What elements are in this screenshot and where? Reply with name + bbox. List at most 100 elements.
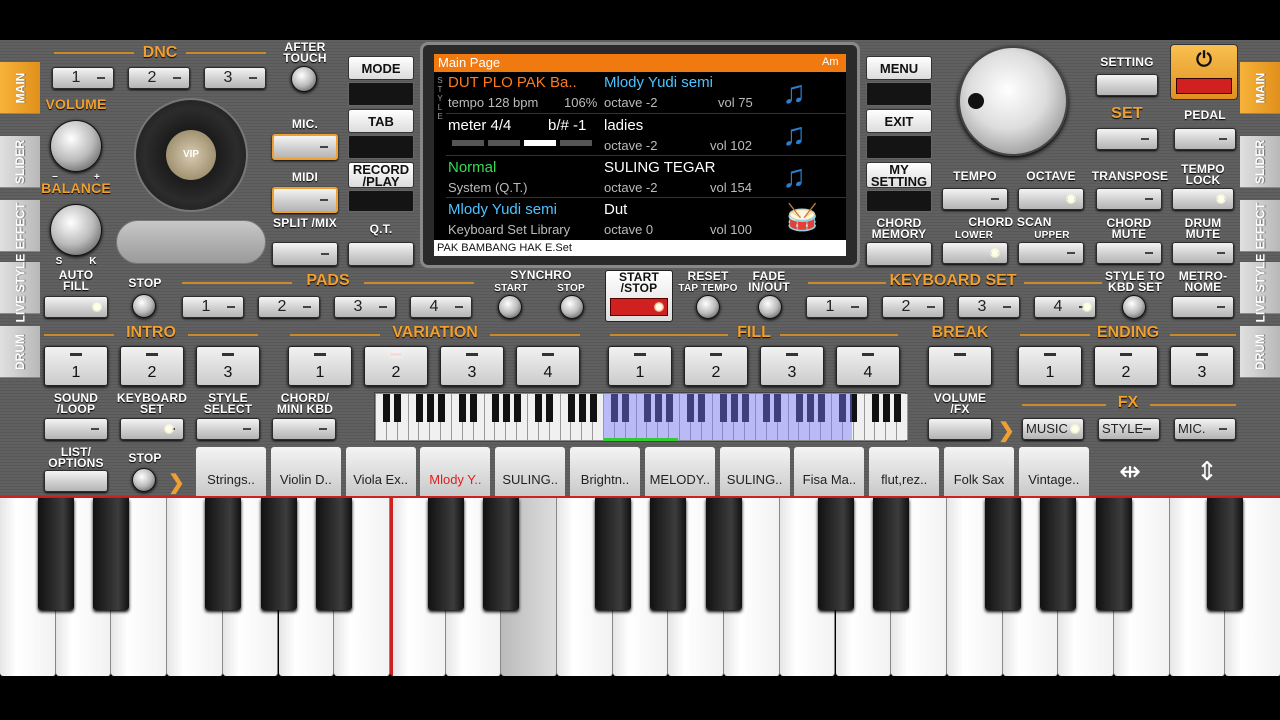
- pitch-bend-pad[interactable]: [116, 220, 266, 264]
- black-key[interactable]: [37, 498, 74, 610]
- fill-button-3[interactable]: 3: [760, 346, 824, 386]
- tab-effect-left[interactable]: EFFECT: [0, 200, 40, 252]
- after-touch-knob[interactable]: [291, 66, 317, 92]
- keyboard-set-select-button[interactable]: [120, 418, 184, 440]
- tone-button[interactable]: Violin D..: [270, 447, 341, 497]
- mini-black-key[interactable]: [426, 394, 434, 422]
- pad-button-2[interactable]: 2: [258, 296, 320, 318]
- mini-black-key[interactable]: [470, 394, 478, 422]
- mode-button[interactable]: [348, 82, 414, 106]
- setting-button[interactable]: [1096, 74, 1158, 96]
- chord-memory-button[interactable]: [866, 242, 932, 266]
- tab-drum-right[interactable]: DRUM: [1240, 326, 1280, 378]
- keyboard-resize-icon[interactable]: ⇕: [1178, 450, 1236, 492]
- tab-drum-left[interactable]: DRUM: [0, 326, 40, 378]
- volume-knob[interactable]: [50, 120, 102, 172]
- black-key[interactable]: [204, 498, 241, 610]
- black-key[interactable]: [594, 498, 631, 610]
- intro-button-2[interactable]: 2: [120, 346, 184, 386]
- black-key[interactable]: [873, 498, 910, 610]
- tone-button[interactable]: Mlody Y..: [420, 447, 491, 497]
- black-key[interactable]: [316, 498, 353, 610]
- mini-black-key[interactable]: [502, 394, 510, 422]
- tab-effect-right[interactable]: EFFECT: [1240, 200, 1280, 252]
- variation-button-3[interactable]: 3: [440, 346, 504, 386]
- mini-black-key[interactable]: [437, 394, 445, 422]
- fill-button-1[interactable]: 1: [608, 346, 672, 386]
- tone-button[interactable]: Strings..: [196, 447, 266, 497]
- display-row-4[interactable]: Mlody Yudi semi Keyboard Set Library Dut…: [446, 198, 846, 240]
- kbd-set-button-1[interactable]: 1: [806, 296, 868, 318]
- black-key[interactable]: [706, 498, 743, 610]
- dnc-button-2[interactable]: 2: [128, 67, 190, 89]
- tone-stop-button[interactable]: [132, 468, 156, 492]
- ending-button-3[interactable]: 3: [1170, 346, 1234, 386]
- set-button[interactable]: [1096, 128, 1158, 150]
- tab-slider-left[interactable]: SLIDER: [0, 136, 40, 188]
- mini-black-key[interactable]: [589, 394, 597, 422]
- pads-stop-button[interactable]: [132, 294, 156, 318]
- chord-mini-button[interactable]: [272, 418, 336, 440]
- black-key[interactable]: [427, 498, 464, 610]
- dnc-button-3[interactable]: 3: [204, 67, 266, 89]
- tone-button[interactable]: SULING..: [719, 447, 790, 497]
- black-key[interactable]: [984, 498, 1021, 610]
- fx-style-button[interactable]: STYLE: [1098, 418, 1160, 440]
- mini-black-key[interactable]: [513, 394, 521, 422]
- ending-button-1[interactable]: 1: [1018, 346, 1082, 386]
- volume-fx-button[interactable]: [928, 418, 992, 440]
- tone-button[interactable]: Vintage..: [1018, 447, 1089, 497]
- black-key[interactable]: [93, 498, 130, 610]
- chord-scan-upper-button[interactable]: [1018, 242, 1084, 264]
- tab-main-right[interactable]: MAIN: [1240, 62, 1280, 114]
- mini-black-key[interactable]: [459, 394, 467, 422]
- kbd-set-button-3[interactable]: 3: [958, 296, 1020, 318]
- tone-button[interactable]: Fisa Ma..: [794, 447, 865, 497]
- display-row-3[interactable]: Normal System (Q.T.) SULING TEGAR octave…: [446, 156, 846, 198]
- black-key[interactable]: [817, 498, 854, 610]
- balance-knob[interactable]: [50, 204, 102, 256]
- intro-button-1[interactable]: 1: [44, 346, 108, 386]
- tone-button[interactable]: MELODY..: [644, 447, 715, 497]
- fx-mic-button[interactable]: MIC.: [1174, 418, 1236, 440]
- menu-button[interactable]: [866, 82, 932, 106]
- mini-black-key[interactable]: [567, 394, 575, 422]
- qt-button[interactable]: [348, 242, 414, 266]
- black-key[interactable]: [1096, 498, 1132, 610]
- display-row-2[interactable]: meter 4/4 b/# -1 ladies octave -2 vol 10…: [446, 114, 846, 156]
- chord-mute-button[interactable]: [1096, 242, 1162, 264]
- pedal-button[interactable]: [1174, 128, 1236, 150]
- pad-button-4[interactable]: 4: [410, 296, 472, 318]
- mini-black-key[interactable]: [491, 394, 499, 422]
- mini-black-key[interactable]: [383, 394, 391, 422]
- pad-button-3[interactable]: 3: [334, 296, 396, 318]
- ending-button-2[interactable]: 2: [1094, 346, 1158, 386]
- mini-black-key[interactable]: [578, 394, 586, 422]
- list-options-button[interactable]: [44, 470, 108, 492]
- record-play-button[interactable]: [348, 190, 414, 212]
- tone-button[interactable]: Brightn..: [570, 447, 640, 497]
- synchro-start-button[interactable]: [498, 295, 522, 319]
- tab-slider-right[interactable]: SLIDER: [1240, 136, 1280, 188]
- tempo-button[interactable]: [942, 188, 1008, 210]
- tone-button[interactable]: Folk Sax: [944, 447, 1014, 497]
- black-key[interactable]: [1040, 498, 1077, 610]
- tone-button[interactable]: Viola Ex..: [345, 447, 416, 497]
- kbd-set-button-2[interactable]: 2: [882, 296, 944, 318]
- transpose-button[interactable]: [1096, 188, 1162, 210]
- split-mix-button[interactable]: [272, 242, 338, 266]
- mini-black-key[interactable]: [882, 394, 890, 422]
- black-key[interactable]: [260, 498, 297, 610]
- mini-black-key[interactable]: [871, 394, 879, 422]
- dnc-button-1[interactable]: 1: [52, 67, 114, 89]
- tone-button[interactable]: SULING..: [495, 447, 566, 497]
- drum-mute-button[interactable]: [1172, 242, 1234, 264]
- tab-live-style-left[interactable]: LIVE STYLE: [0, 253, 40, 322]
- display-row-1[interactable]: DUT PLO PAK Ba.. tempo 128 bpm 106% Mlod…: [446, 72, 846, 114]
- variation-button-2[interactable]: 2: [364, 346, 428, 386]
- black-key[interactable]: [650, 498, 687, 610]
- mini-black-key[interactable]: [415, 394, 423, 422]
- variation-button-4[interactable]: 4: [516, 346, 580, 386]
- break-button[interactable]: [928, 346, 992, 386]
- tone-button[interactable]: flut,rez..: [869, 447, 940, 497]
